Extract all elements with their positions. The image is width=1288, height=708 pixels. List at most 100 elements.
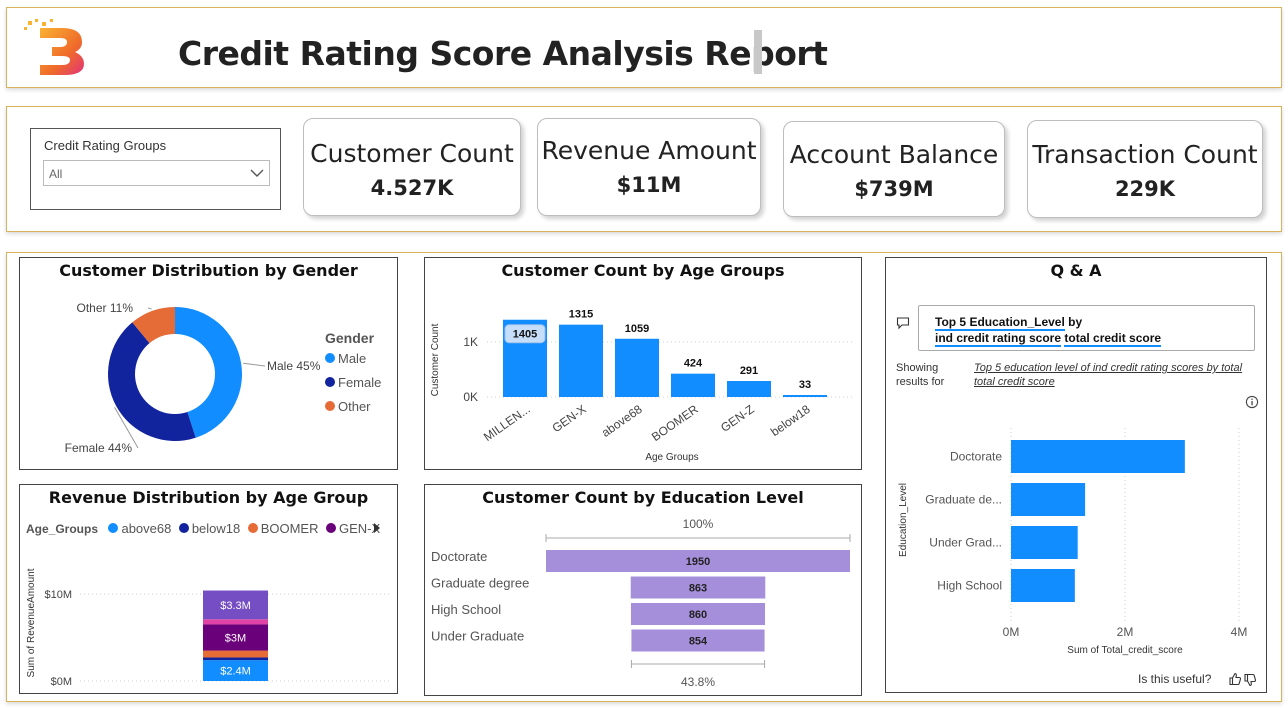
- funnel-category-label: Graduate degree: [431, 576, 529, 591]
- x-tick-label: below18: [768, 402, 813, 439]
- qa-bar[interactable]: [1011, 483, 1086, 516]
- age-bar[interactable]: [671, 373, 715, 397]
- qa-bar[interactable]: [1011, 440, 1185, 473]
- qa-question-input[interactable]: Top 5 Education_Level by ind credit rati…: [918, 305, 1255, 351]
- qa-query-term: total credit score: [1064, 331, 1162, 347]
- legend-label: Female: [338, 375, 382, 390]
- legend-item-female[interactable]: Female: [325, 375, 381, 390]
- age-bar[interactable]: [727, 380, 771, 397]
- legend-item-male[interactable]: Male: [325, 351, 381, 366]
- y-tick-label: Under Grad...: [929, 536, 1002, 550]
- x-tick-label: 2M: [1117, 625, 1134, 639]
- segment-value-label: $3M: [225, 633, 246, 645]
- dropdown-value: All: [49, 167, 63, 181]
- education-chart-title: Customer Count by Education Level: [482, 488, 804, 507]
- revenue-segment[interactable]: [203, 650, 268, 658]
- age-bar[interactable]: [615, 338, 659, 397]
- funnel-value-label: 1950: [686, 556, 710, 568]
- age-bar[interactable]: [783, 395, 827, 397]
- funnel-category-label: High School: [431, 602, 501, 617]
- funnel-value-label: 854: [689, 636, 708, 648]
- kpi-value: $739M: [854, 177, 934, 201]
- age-chart-title: Customer Count by Age Groups: [501, 261, 785, 280]
- education-funnel-chart[interactable]: 100% 1950 Doctorate 863 Graduate degree 860 Hi…: [425, 513, 861, 693]
- revenue-legend: Age_Groups above68 below18 BOOMER GEN-X: [26, 520, 383, 538]
- kpi-value: 229K: [1114, 177, 1176, 201]
- thumbs-down-icon[interactable]: [1243, 673, 1257, 687]
- qa-bar[interactable]: [1011, 569, 1075, 602]
- revenue-stacked-chart[interactable]: Sum of RevenueAmount $0M $10M $2.4M $3M $3.3M: [20, 543, 397, 693]
- revenue-chart-panel[interactable]: Revenue Distribution by Age Group Age_Gr…: [19, 484, 398, 694]
- legend-item-above68[interactable]: above68: [108, 521, 171, 536]
- info-icon[interactable]: [1245, 395, 1259, 409]
- y-tick-label: Doctorate: [950, 450, 1002, 464]
- y-tick-label: Graduate de...: [925, 493, 1002, 507]
- gender-chart-panel[interactable]: Customer Distribution by Gender Male 45%…: [19, 257, 398, 470]
- y-axis-title: Customer Count: [430, 323, 441, 396]
- legend-dot: [325, 353, 335, 363]
- kpi-label: Customer Count: [310, 139, 514, 168]
- y-tick-label: 1K: [463, 335, 478, 349]
- donut-data-label: Female 44%: [65, 441, 133, 455]
- revenue-segment[interactable]: [203, 657, 268, 661]
- x-tick-label: 4M: [1231, 625, 1248, 639]
- education-chart-panel[interactable]: Customer Count by Education Level 100% 19…: [424, 484, 862, 696]
- legend-next-icon[interactable]: [372, 522, 382, 534]
- legend-label: Male: [338, 351, 367, 366]
- qa-query-text: by: [1064, 315, 1083, 329]
- bar-value-label: 1315: [569, 309, 593, 321]
- x-tick-label: GEN-Z: [718, 402, 757, 435]
- gender-chart-title: Customer Distribution by Gender: [59, 261, 358, 280]
- chat-icon: [896, 317, 910, 330]
- qa-bar[interactable]: [1011, 526, 1078, 559]
- qa-panel[interactable]: Q & A Top 5 Education_Level by ind credi…: [885, 257, 1267, 693]
- qa-query-term: ind credit rating score: [935, 331, 1062, 347]
- legend-dot: [325, 401, 335, 411]
- credit-rating-dropdown[interactable]: All: [43, 160, 270, 186]
- legend-item-other[interactable]: Other: [325, 399, 381, 414]
- showing-results-label: Showing results for: [896, 362, 945, 388]
- kpi-card-account-balance: Account Balance $739M: [783, 121, 1005, 217]
- y-tick-label: $10M: [44, 589, 72, 601]
- legend-label: below18: [191, 520, 241, 536]
- brand-logo: [22, 18, 88, 78]
- bar-value-label: 291: [740, 365, 758, 377]
- legend-dot: [325, 377, 335, 387]
- kpi-value: 4.527K: [370, 176, 454, 200]
- legend-dot: [325, 523, 336, 533]
- legend-dot: [108, 523, 119, 533]
- donut-data-label: Other 11%: [77, 301, 134, 315]
- funnel-category-label: Under Graduate: [431, 629, 524, 644]
- page-title: Credit Rating Score Analysis Report: [178, 34, 828, 73]
- funnel-value-label: 860: [689, 609, 707, 621]
- legend-title: Age_Groups: [26, 522, 99, 536]
- age-bar-chart[interactable]: Customer Count 0K 1K 1405 MILLEN... 1315 GEN-X…: [425, 284, 861, 469]
- legend-title: Gender: [325, 330, 375, 346]
- age-bar[interactable]: [559, 324, 603, 397]
- slicer-label: Credit Rating Groups: [44, 138, 167, 153]
- kpi-card-transaction-count: Transaction Count 229K: [1027, 120, 1263, 218]
- thumbs-up-icon[interactable]: [1228, 672, 1242, 686]
- chevron-down-icon: [250, 169, 264, 177]
- donut-leader-line: [147, 307, 152, 310]
- legend-item-below18[interactable]: below18: [178, 520, 241, 536]
- funnel-top-pct: 100%: [683, 517, 714, 531]
- legend-label: BOOMER: [260, 520, 319, 536]
- showing-results-link[interactable]: Top 5 education level of ind credit rati…: [974, 361, 1258, 389]
- age-chart-panel[interactable]: Customer Count by Age Groups Customer Co…: [424, 257, 862, 470]
- kpi-label: Transaction Count: [1032, 140, 1258, 169]
- qa-bar-chart[interactable]: 0M 2M 4M Doctorate Graduate de... Under Grad.…: [886, 418, 1266, 658]
- revenue-segment[interactable]: [203, 619, 268, 625]
- legend-dot: [178, 523, 189, 533]
- x-axis-title: Sum of Total_credit_score: [1067, 645, 1183, 656]
- qa-query-term: Top 5 Education_Level: [935, 315, 1065, 331]
- legend-item-boomer[interactable]: BOOMER: [247, 520, 319, 536]
- legend-label: above68: [121, 520, 172, 536]
- gender-legend: Gender Male Female Other: [325, 330, 381, 414]
- x-tick-label: BOOMER: [649, 402, 701, 444]
- bar-value-label: 1059: [625, 323, 649, 335]
- segment-value-label: $2.4M: [220, 666, 251, 678]
- y-tick-label: $0M: [51, 676, 72, 688]
- funnel-value-label: 863: [689, 583, 707, 595]
- funnel-bottom-pct: 43.8%: [681, 675, 715, 689]
